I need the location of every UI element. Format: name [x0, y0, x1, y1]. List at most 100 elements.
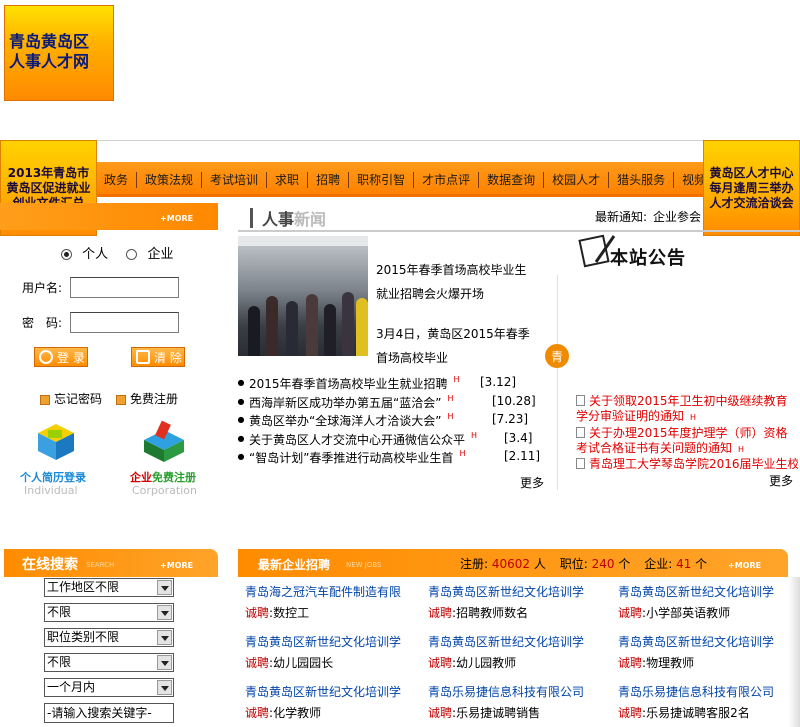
- news-list-item[interactable]: ● 西海岸新区成功举办第五届“蓝洽会” H [10.28]: [233, 393, 536, 411]
- job-company-link[interactable]: 青岛乐易捷信息科技有限公司: [428, 683, 584, 700]
- nav-item: 校园人才: [543, 171, 608, 188]
- search-select[interactable]: 职位类别不限: [44, 628, 174, 647]
- pos-count: 240: [591, 557, 615, 571]
- notice-item[interactable]: 青岛理工大学琴岛学院2016届毕业生校: [576, 457, 798, 469]
- job-position-link[interactable]: 乐易捷诚聘客服2名: [646, 706, 750, 720]
- login-button[interactable]: 登 录: [34, 347, 88, 367]
- nav-link[interactable]: 政务: [96, 171, 136, 188]
- news-more-link[interactable]: 更多: [520, 474, 544, 491]
- job-company-link[interactable]: 青岛黄岛区新世纪文化培训学: [428, 633, 584, 650]
- nav-item: 考试培训: [201, 171, 266, 188]
- news-item-date: [3.12]: [480, 375, 517, 389]
- chevron-down-icon[interactable]: [157, 580, 172, 595]
- site-logo[interactable]: 青岛黄岛区 人事人才网: [4, 5, 114, 101]
- co-unit: 个: [695, 557, 708, 571]
- job-position-link[interactable]: 幼儿园教师: [456, 656, 516, 670]
- job-position-link[interactable]: 乐易捷诚聘销售: [456, 706, 540, 720]
- chevron-down-icon[interactable]: [157, 680, 172, 695]
- clear-button[interactable]: 清 除: [131, 347, 185, 367]
- job-position-link[interactable]: 幼儿园园长: [273, 656, 333, 670]
- search-more-link[interactable]: +MORE: [160, 561, 193, 570]
- password-input[interactable]: [70, 312, 179, 333]
- individual-login-link[interactable]: 个人简历登录: [20, 469, 86, 485]
- news-header: 人事新闻 最新通知: 企业参会: [238, 205, 800, 232]
- search-select[interactable]: 一个月内: [44, 678, 174, 697]
- news-list-item[interactable]: ● 2015年春季首场高校毕业生就业招聘 H [3.12]: [233, 375, 517, 392]
- job-position-link[interactable]: 物理教师: [646, 656, 694, 670]
- job-entry: 青岛黄岛区新世纪文化培训学 诚聘:化学教师: [245, 683, 401, 721]
- news-item-title[interactable]: 2015年春季首场高校毕业生就业招聘: [249, 375, 448, 392]
- jobs-header-bar: 最新企业招聘 NEW JOBS 注册: 40602 人 职位: 240 个 企业…: [238, 549, 788, 577]
- company-register-icon[interactable]: [140, 420, 188, 466]
- news-item-title[interactable]: 关于黄岛区人才交流中心开通微信公众平: [249, 431, 465, 448]
- nav-item: 政务: [96, 171, 136, 188]
- news-photo[interactable]: [238, 236, 368, 356]
- resume-login-icon[interactable]: [34, 420, 78, 464]
- news-list-item[interactable]: ● “智岛计划”春季推进行动高校毕业生首 H [2.11]: [233, 449, 541, 466]
- nav-link[interactable]: 猎头服务: [609, 171, 673, 188]
- hot-mark: H: [453, 375, 460, 384]
- search-select[interactable]: 不限: [44, 603, 174, 622]
- nav-link[interactable]: 校园人才: [544, 171, 608, 188]
- job-entry: 青岛乐易捷信息科技有限公司 诚聘:乐易捷诚聘客服2名: [618, 683, 774, 721]
- hot-mark: H: [447, 393, 454, 403]
- job-position-link[interactable]: 数控工: [273, 606, 309, 620]
- bullet-icon: ●: [237, 433, 245, 443]
- news-item-title[interactable]: 黄岛区举办“全球海洋人才洽谈大会”: [249, 412, 441, 429]
- search-select-value: 工作地区不限: [47, 580, 120, 594]
- job-position-link[interactable]: 小学部英语教师: [646, 606, 730, 620]
- login-more-link[interactable]: +MORE: [160, 214, 193, 223]
- company-register-link[interactable]: 企业免费注册: [130, 469, 196, 485]
- free-register-link[interactable]: 免费注册: [116, 390, 178, 407]
- nav-item: 猎头服务: [608, 171, 673, 188]
- nav-link[interactable]: 考试培训: [202, 171, 266, 188]
- search-select[interactable]: 工作地区不限: [44, 578, 174, 597]
- job-company-link[interactable]: 青岛海之冠汽车配件制造有限: [245, 583, 401, 600]
- nav-link[interactable]: 求职: [267, 171, 307, 188]
- job-entry: 青岛海之冠汽车配件制造有限 诚聘:数控工: [245, 583, 401, 621]
- nav-link[interactable]: 才市点评: [414, 171, 478, 188]
- notice-item[interactable]: 关于办理2015年度护理学（师）资格考试合格证书有关问题的通知 H: [576, 426, 798, 457]
- personal-radio[interactable]: [61, 249, 72, 260]
- job-company-link[interactable]: 青岛黄岛区新世纪文化培训学: [245, 633, 401, 650]
- job-position-link[interactable]: 化学教师: [273, 706, 321, 720]
- marquee-edge: [788, 577, 800, 727]
- pos-label: 职位:: [559, 557, 588, 571]
- nav-link[interactable]: 政策法规: [137, 171, 201, 188]
- job-company-link[interactable]: 青岛黄岛区新世纪文化培训学: [618, 583, 774, 600]
- latest-notice-label: 最新通知:: [595, 210, 648, 224]
- keyword-search-input[interactable]: -请输入搜索关键字-: [44, 703, 174, 723]
- notice-more-link[interactable]: 更多: [769, 472, 793, 489]
- job-company-link[interactable]: 青岛黄岛区新世纪文化培训学: [245, 683, 401, 700]
- hiring-label: 诚聘: [245, 706, 270, 720]
- feature-news-title[interactable]: 2015年春季首场高校毕业生就业招聘会火爆开场: [376, 258, 536, 306]
- forgot-password-link[interactable]: 忘记密码: [40, 390, 102, 407]
- latest-notice-ticker[interactable]: 企业参会: [653, 210, 701, 224]
- job-position-link[interactable]: 招聘教师数名: [456, 606, 528, 620]
- news-item-title[interactable]: 西海岸新区成功举办第五届“蓝洽会”: [249, 394, 441, 411]
- job-company-link[interactable]: 青岛乐易捷信息科技有限公司: [618, 683, 774, 700]
- jobs-more-link[interactable]: +MORE: [728, 561, 761, 570]
- nav-link[interactable]: 职称引智: [349, 171, 413, 188]
- latest-notice: 最新通知: 企业参会: [595, 208, 701, 225]
- chevron-down-icon[interactable]: [157, 605, 172, 620]
- nav-link[interactable]: 招聘: [308, 171, 348, 188]
- notice-item-title[interactable]: 关于领取2015年卫生初中级继续教育学分审验证明的通知: [576, 394, 788, 423]
- nav-link[interactable]: 数据查询: [479, 171, 543, 188]
- chevron-down-icon[interactable]: [157, 655, 172, 670]
- news-list-item[interactable]: ● 黄岛区举办“全球海洋人才洽谈大会” H [7.23]: [233, 412, 529, 429]
- news-list-item[interactable]: ● 关于黄岛区人才交流中心开通微信公众平 H [3.4]: [233, 431, 533, 448]
- job-company-link[interactable]: 青岛黄岛区新世纪文化培训学: [618, 633, 774, 650]
- search-select[interactable]: 不限: [44, 653, 174, 672]
- notice-item-title[interactable]: 关于办理2015年度护理学（师）资格考试合格证书有关问题的通知: [576, 426, 788, 455]
- chevron-down-icon[interactable]: [157, 630, 172, 645]
- co-label: 企业:: [644, 557, 673, 571]
- notice-item[interactable]: 关于领取2015年卫生初中级继续教育学分审验证明的通知 H: [576, 394, 798, 425]
- notice-item-title[interactable]: 青岛理工大学琴岛学院2016届毕业生校: [589, 457, 798, 469]
- job-company-link[interactable]: 青岛黄岛区新世纪文化培训学: [428, 583, 584, 600]
- username-input[interactable]: [70, 277, 179, 298]
- hot-mark: H: [690, 413, 697, 422]
- news-item-title[interactable]: “智岛计划”春季推进行动高校毕业生首: [249, 449, 453, 466]
- company-radio[interactable]: [126, 249, 138, 260]
- job-position-line: 诚聘:物理教师: [618, 654, 774, 671]
